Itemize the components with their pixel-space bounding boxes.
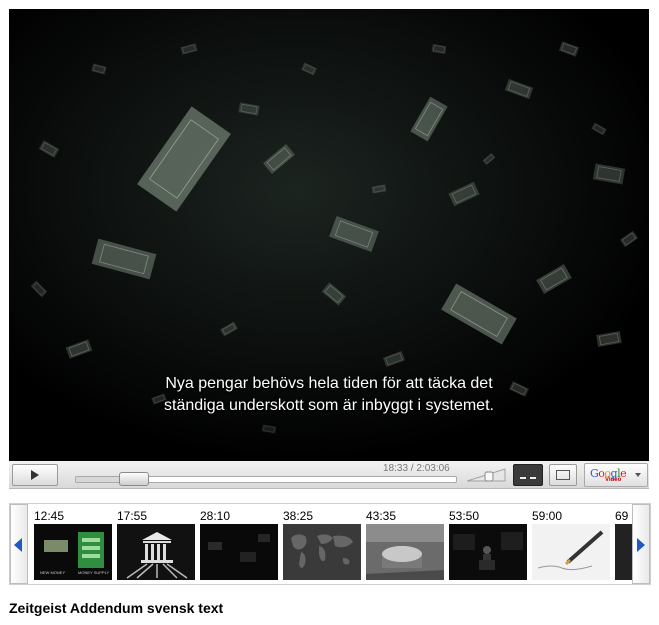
- fullscreen-icon: [556, 470, 570, 480]
- tree-stump-thumbnail: [366, 524, 444, 580]
- next-scenes-button[interactable]: [632, 504, 650, 584]
- scene-thumbnail-strip: 12:45 NEW MONEY MONEY SUPPLY 17:55 28:10…: [9, 503, 651, 585]
- partial-thumbnail: [615, 524, 632, 580]
- scene-thumbnail-7[interactable]: 59:00: [526, 504, 610, 584]
- video-logo-text: Video: [605, 477, 622, 483]
- scene-thumbnail-6[interactable]: 53:50: [443, 504, 527, 584]
- bank-building-thumbnail: [117, 524, 195, 580]
- video-title: Zeitgeist Addendum svensk text: [9, 600, 224, 616]
- arrow-right-icon: [637, 538, 645, 552]
- world-map-thumbnail: [283, 524, 361, 580]
- thumbnail-list: 12:45 NEW MONEY MONEY SUPPLY 17:55 28:10…: [28, 504, 632, 584]
- thumbnail-timestamp: 59:00: [532, 509, 563, 523]
- chevron-down-icon: [635, 473, 641, 477]
- subtitles-icon: [520, 477, 536, 481]
- thumbnail-timestamp: 38:25: [283, 509, 314, 523]
- play-icon: [31, 470, 39, 480]
- subtitles-button[interactable]: [513, 464, 543, 486]
- dark-scene-thumbnail: [200, 524, 278, 580]
- google-video-menu[interactable]: Google Video: [584, 463, 648, 487]
- volume-slider-icon[interactable]: [467, 468, 507, 482]
- scene-thumbnail-1[interactable]: 12:45 NEW MONEY MONEY SUPPLY: [28, 504, 112, 584]
- thumbnail-caption-left: NEW MONEY: [40, 570, 65, 575]
- seek-handle[interactable]: [119, 472, 149, 486]
- time-readout: 18:33 / 2:03:06: [383, 463, 450, 474]
- subtitle-line-2: ständiga underskott som är inbyggt i sys…: [164, 397, 494, 414]
- video-player-screen[interactable]: Nya pengar behövs hela tiden för att täc…: [9, 9, 649, 461]
- thumbnail-timestamp: 69: [615, 509, 629, 523]
- play-button[interactable]: [12, 464, 58, 486]
- scene-thumbnail-2[interactable]: 17:55: [111, 504, 195, 584]
- pen-signing-thumbnail: [532, 524, 610, 580]
- scene-thumbnail-5[interactable]: 43:35: [360, 504, 444, 584]
- previous-scenes-button[interactable]: [10, 504, 28, 584]
- thumbnail-caption-right: MONEY SUPPLY: [78, 570, 110, 575]
- dollar-bills-thumbnail: NEW MONEY MONEY SUPPLY: [34, 524, 112, 580]
- fullscreen-button[interactable]: [549, 464, 577, 486]
- scene-thumbnail-3[interactable]: 28:10: [194, 504, 278, 584]
- thumbnail-timestamp: 53:50: [449, 509, 480, 523]
- speaker-stage-thumbnail: [449, 524, 527, 580]
- thumbnail-timestamp: 28:10: [200, 509, 231, 523]
- thumbnail-timestamp: 12:45: [34, 509, 65, 523]
- subtitle-line-1: Nya pengar behövs hela tiden för att täc…: [165, 375, 493, 392]
- thumbnail-timestamp: 43:35: [366, 509, 397, 523]
- scene-thumbnail-8[interactable]: 69: [609, 504, 632, 584]
- seek-bar[interactable]: [75, 472, 457, 486]
- thumbnail-timestamp: 17:55: [117, 509, 148, 523]
- arrow-left-icon: [14, 538, 22, 552]
- subtitle-overlay: Nya pengar behövs hela tiden för att täc…: [9, 373, 649, 417]
- player-controls: 18:33 / 2:03:06 Google Video: [9, 461, 649, 489]
- scene-thumbnail-4[interactable]: 38:25: [277, 504, 361, 584]
